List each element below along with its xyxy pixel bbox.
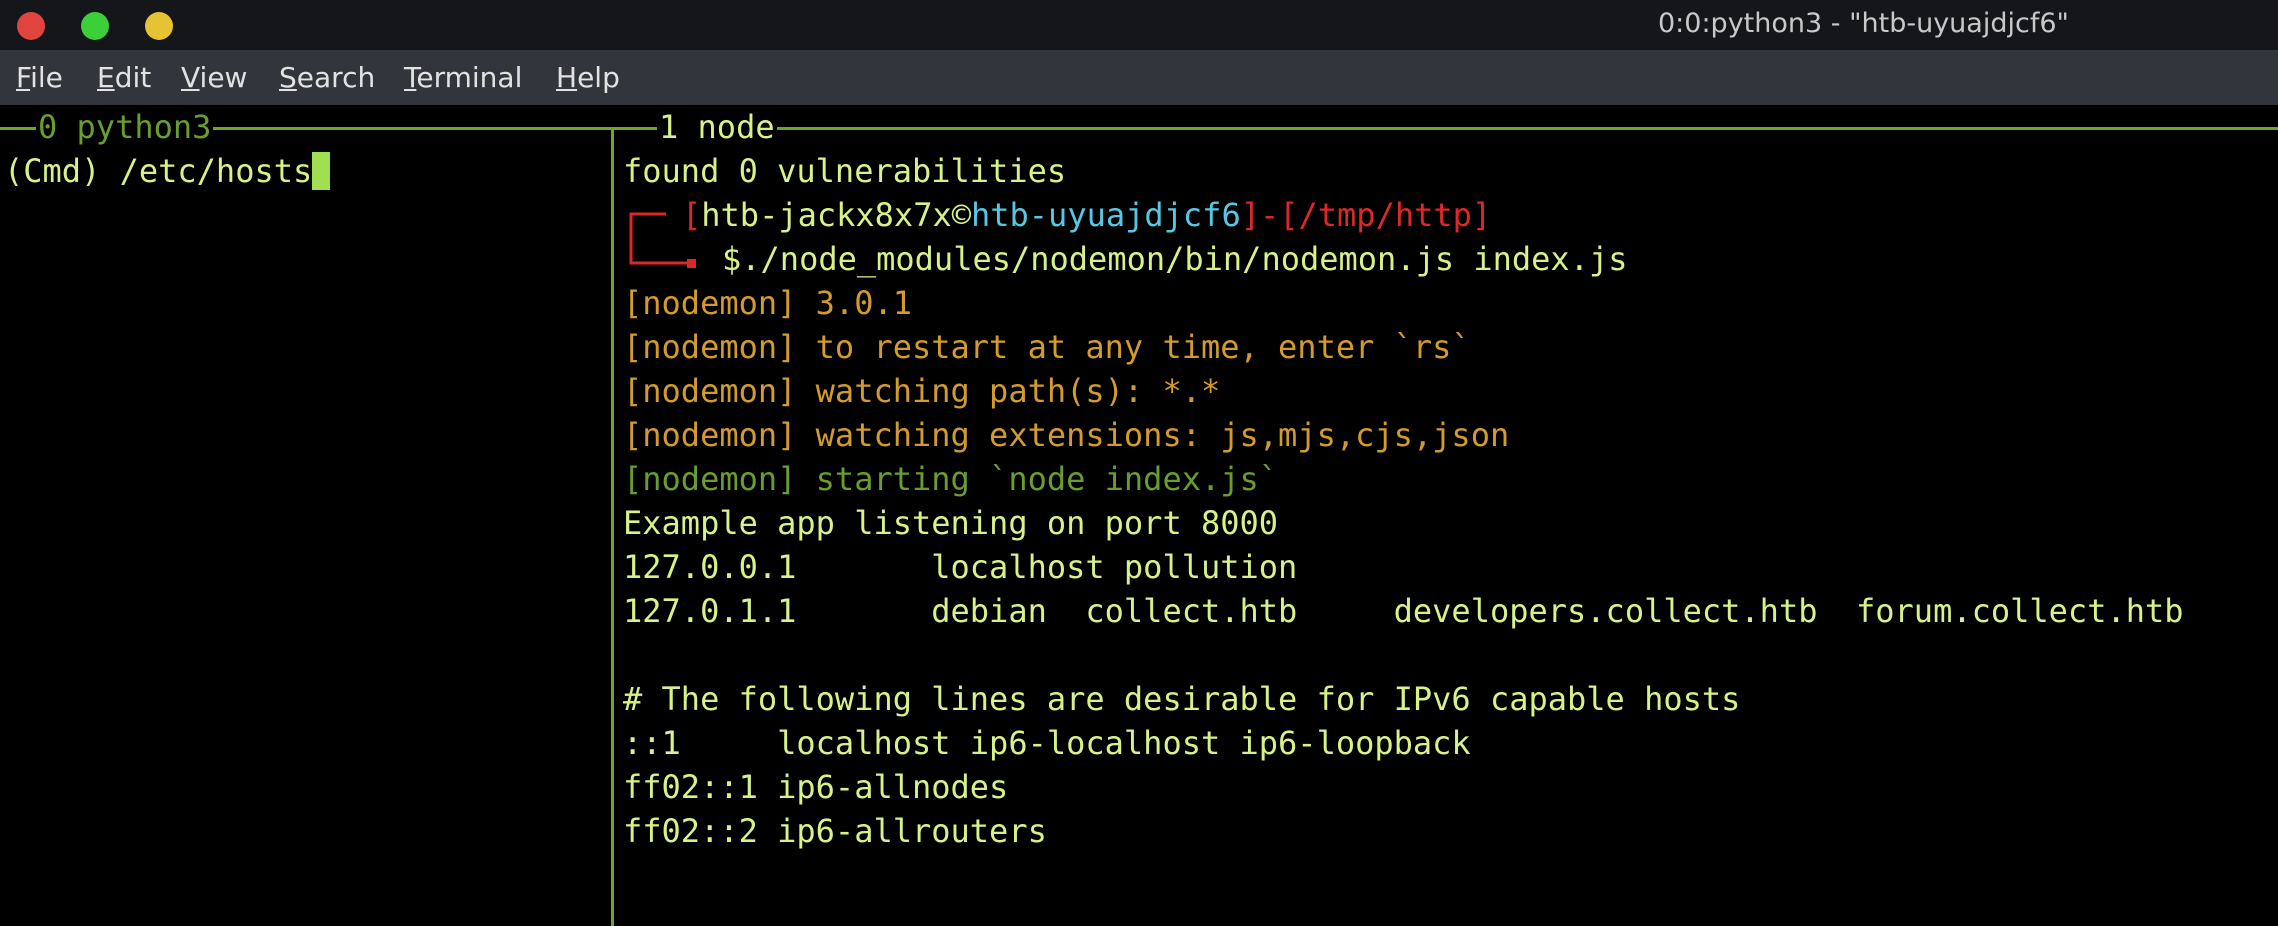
menu-search[interactable]: Search: [279, 61, 375, 94]
right-pane-top-border: [612, 127, 2278, 130]
menu-help[interactable]: Help: [556, 61, 620, 94]
menu-file-label: ile: [30, 61, 63, 94]
menu-view[interactable]: View: [181, 61, 247, 94]
menu-help-label: elp: [577, 61, 620, 94]
menu-terminal-accel: T: [404, 61, 417, 94]
output-line: ff02::1 ip6-allnodes: [623, 768, 1009, 806]
menu-help-accel: H: [556, 61, 578, 94]
output-line: 127.0.1.1 debian collect.htb developers.…: [623, 592, 2184, 630]
menu-edit-accel: E: [97, 61, 115, 94]
prompt-user: htb-jackx8x7x: [701, 196, 952, 234]
menu-terminal[interactable]: Terminal: [404, 61, 522, 94]
output-line: ::1 localhost ip6-localhost ip6-loopback: [623, 724, 1471, 762]
pane-divider[interactable]: [611, 127, 614, 926]
minimize-button[interactable]: [81, 12, 109, 40]
menu-file-accel: F: [16, 61, 31, 94]
left-pane-command-line[interactable]: (Cmd) /etc/hosts: [4, 149, 331, 193]
terminal-window: 0:0:python3 - "htb-uyuajdjcf6" File Edit…: [0, 0, 2278, 926]
output-line: # The following lines are desirable for …: [623, 680, 1741, 718]
menu-edit-label: dit: [114, 61, 152, 94]
output-line: Example app listening on port 8000: [623, 504, 1279, 542]
close-button[interactable]: [17, 12, 45, 40]
menu-edit[interactable]: Edit: [97, 61, 151, 94]
menu-view-accel: V: [181, 61, 200, 94]
maximize-button[interactable]: [145, 12, 173, 40]
nodemon-line: [nodemon] watching extensions: js,mjs,cj…: [623, 416, 1510, 454]
prompt-bracket-close: ]: [1240, 196, 1260, 234]
pdb-command-text: (Cmd) /etc/hosts: [4, 152, 313, 190]
nodemon-line: [nodemon] watching path(s): *.*: [623, 372, 1221, 410]
right-pane-label: 1 node: [657, 105, 777, 149]
nodemon-line: [nodemon] 3.0.1: [623, 284, 912, 322]
nodemon-start-line: [nodemon] starting `node index.js`: [623, 460, 1279, 498]
prompt-host: htb-uyuajdjcf6: [970, 196, 1241, 234]
menu-file[interactable]: File: [16, 61, 63, 94]
prompt-connector-icon: [629, 212, 696, 268]
output-line: 127.0.0.1 localhost pollution: [623, 548, 1298, 586]
title-bar: 0:0:python3 - "htb-uyuajdjcf6": [0, 0, 2278, 50]
prompt-command: $./node_modules/nodemon/bin/nodemon.js i…: [722, 240, 1628, 278]
tmux-area[interactable]: 0 python3 1 node (Cmd) /etc/hosts found …: [0, 105, 2278, 926]
prompt-line: [htb-jackx8x7x©htb-uyuajdjcf6]-[/tmp/htt…: [682, 193, 1491, 237]
prompt-path: [/tmp/http]: [1279, 196, 1492, 234]
menu-view-label: iew: [199, 61, 248, 94]
left-pane-label: 0 python3: [36, 105, 214, 149]
prompt-at-symbol: ©: [951, 196, 971, 234]
output-line-vulnerabilities: found 0 vulnerabilities: [623, 152, 1067, 190]
text-cursor: [312, 152, 331, 190]
window-title: 0:0:python3 - "htb-uyuajdjcf6": [1658, 8, 2069, 39]
menu-bar: File Edit View Search Terminal Help: [0, 50, 2278, 105]
prompt-dash: -: [1259, 196, 1280, 234]
menu-search-label: earch: [296, 61, 376, 94]
nodemon-line: [nodemon] to restart at any time, enter …: [623, 328, 1471, 366]
output-line: ff02::2 ip6-allrouters: [623, 812, 1047, 850]
menu-search-accel: S: [279, 61, 297, 94]
menu-terminal-label: erminal: [416, 61, 523, 94]
